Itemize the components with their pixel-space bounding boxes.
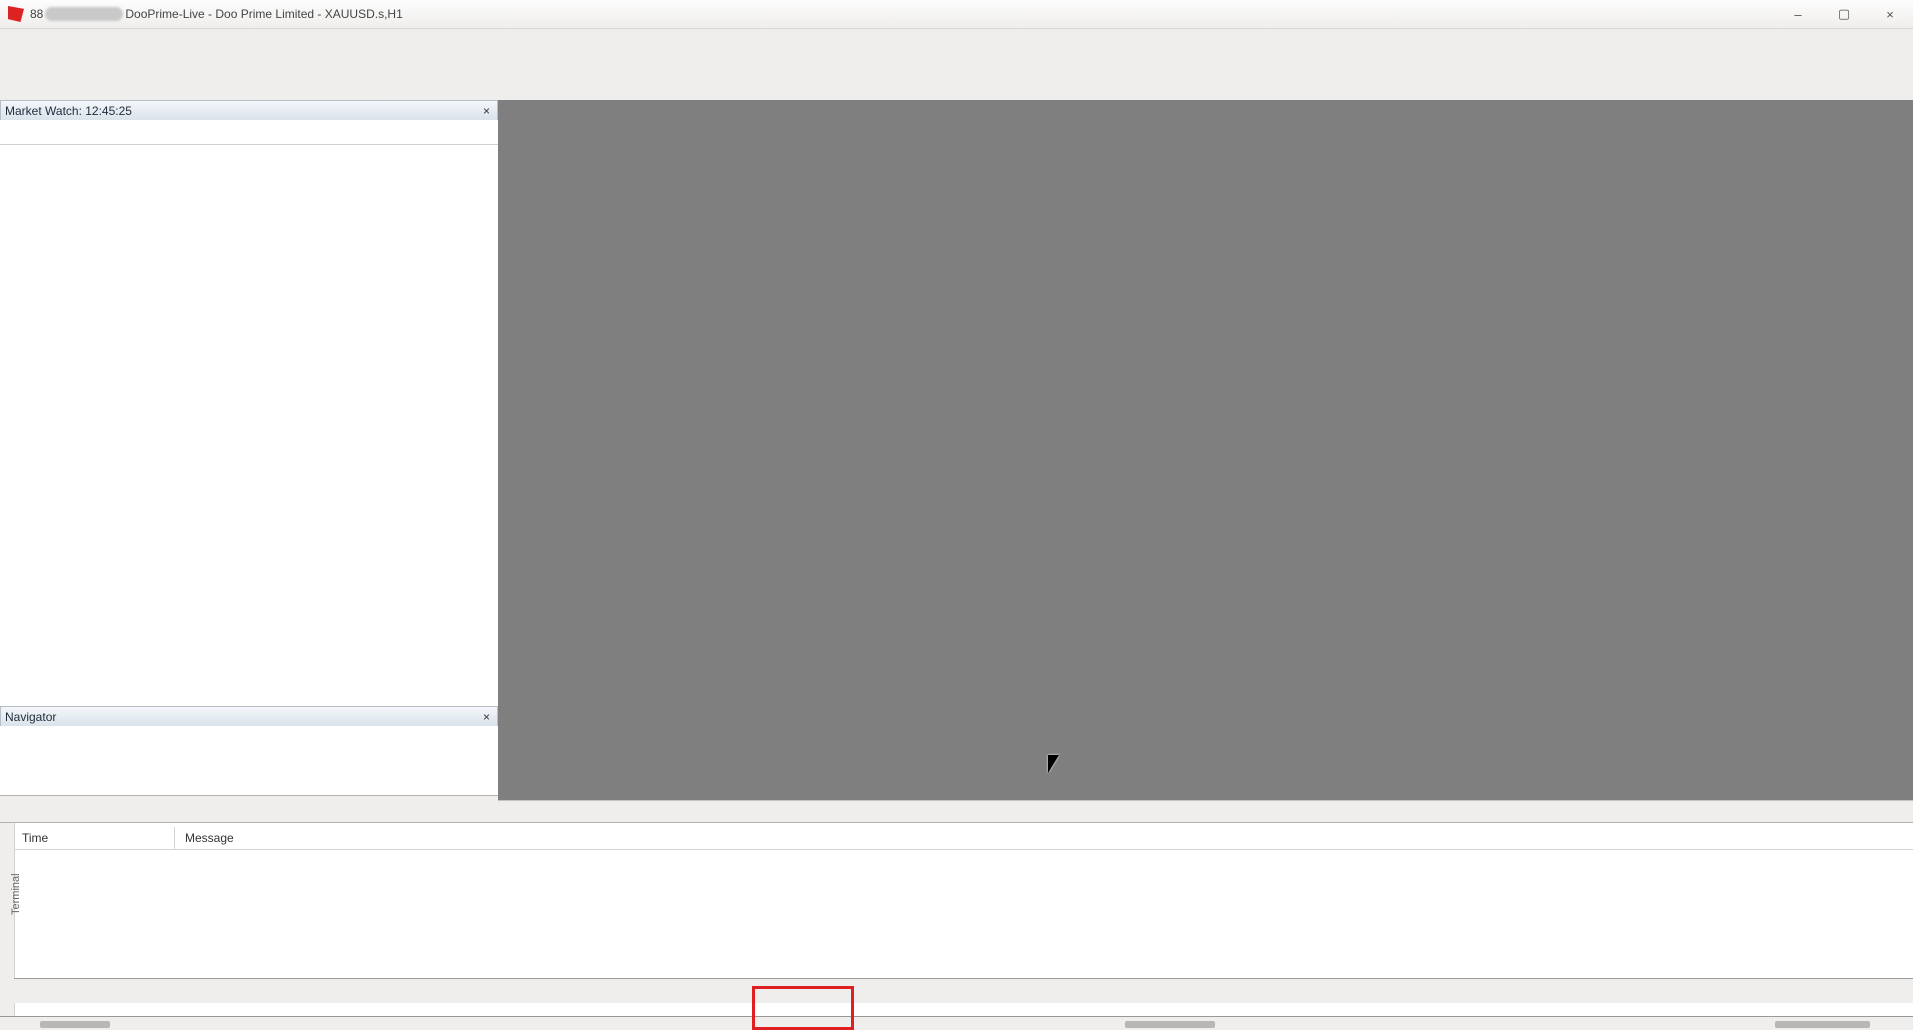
- standard-toolbar: [0, 49, 1913, 76]
- terminal-panel: Terminal Time Message: [0, 822, 1913, 1017]
- journal-time-column-header[interactable]: Time: [14, 827, 175, 849]
- terminal-tab-bar: [14, 978, 1913, 1003]
- market-watch-panel: Market Watch: 12:45:25 ×: [0, 100, 499, 806]
- title-bar[interactable]: 88DooPrime-Live - Doo Prime Limited - XA…: [0, 0, 1913, 29]
- chart-tab-bar: [498, 800, 1913, 823]
- navigator-tabs: [0, 795, 498, 822]
- terminal-side-strip[interactable]: Terminal: [0, 823, 15, 1017]
- drawing-timeframe-toolbar: [0, 76, 1913, 101]
- minimize-button[interactable]: –: [1775, 1, 1821, 28]
- market-watch-title: Market Watch: 12:45:25: [5, 104, 132, 118]
- market-watch-header[interactable]: Market Watch: 12:45:25 ×: [0, 100, 498, 122]
- market-watch-table: [0, 120, 498, 780]
- journal-message-column-header[interactable]: Message: [175, 831, 234, 845]
- status-bar: [0, 1016, 1913, 1030]
- terminal-side-label: Terminal: [10, 855, 22, 915]
- market-watch-column-headers[interactable]: [0, 120, 498, 145]
- window-title: 88DooPrime-Live - Doo Prime Limited - XA…: [30, 7, 403, 21]
- chart-workspace: [498, 100, 1913, 800]
- maximize-button[interactable]: ▢: [1821, 1, 1867, 28]
- navigator-close-icon[interactable]: ×: [480, 710, 493, 724]
- journal-column-headers[interactable]: Time Message: [14, 827, 1913, 850]
- market-watch-close-icon[interactable]: ×: [480, 104, 493, 118]
- navigator-title: Navigator: [5, 710, 56, 724]
- navigator-header[interactable]: Navigator ×: [0, 706, 498, 728]
- menu-bar: [0, 28, 1913, 49]
- navigator-panel: Navigator ×: [0, 706, 499, 822]
- mouse-cursor: [1048, 755, 1059, 773]
- mt4-application-window: 88DooPrime-Live - Doo Prime Limited - XA…: [0, 0, 1913, 1030]
- redacted-account-number: [45, 7, 123, 21]
- app-icon: [8, 6, 24, 22]
- navigator-tree: [0, 726, 498, 796]
- close-button[interactable]: ×: [1867, 1, 1913, 28]
